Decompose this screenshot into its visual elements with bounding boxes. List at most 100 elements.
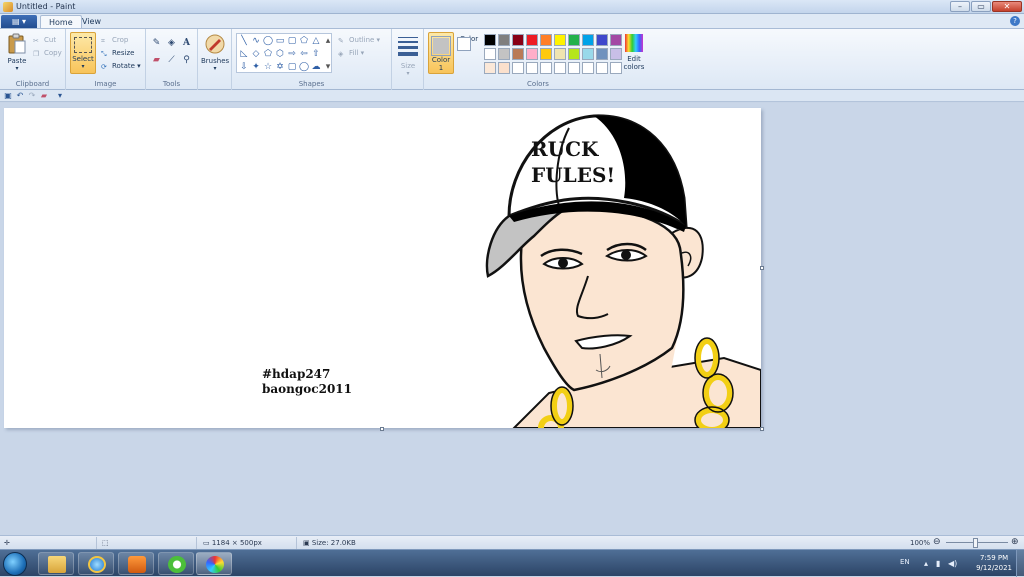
start-button[interactable] <box>3 552 27 576</box>
right-arrow-shape-icon[interactable]: ⇨ <box>286 48 298 60</box>
paint-menu-button[interactable]: ▤ ▾ <box>1 15 37 28</box>
palette-swatch[interactable] <box>540 34 552 46</box>
oval-shape-icon[interactable]: ◯ <box>262 35 274 47</box>
outline-button[interactable]: ✎ Outline ▾ <box>338 34 380 46</box>
shapes-scroll-up-icon[interactable]: ▴ <box>322 35 334 47</box>
size-button[interactable]: Size ▾ <box>396 35 420 77</box>
paint-app-icon[interactable] <box>3 2 13 12</box>
help-icon[interactable]: ? <box>1010 16 1020 26</box>
color2-button[interactable]: Color 2 <box>457 32 481 74</box>
down-arrow-shape-icon[interactable]: ⇩ <box>238 61 250 73</box>
volume-icon[interactable]: ◀) <box>948 559 957 568</box>
oval-callout-icon[interactable]: ◯ <box>298 61 310 73</box>
save-icon[interactable]: ▣ <box>3 91 13 101</box>
drawing-canvas[interactable]: RUCK FULES! #hdap247 baongoc2011 <box>4 108 761 428</box>
resize-button[interactable]: ⤡ Resize <box>101 47 134 59</box>
polygon-shape-icon[interactable]: ⬠ <box>298 35 310 47</box>
curve-shape-icon[interactable]: ∿ <box>250 35 262 47</box>
palette-swatch[interactable] <box>526 62 538 74</box>
right-triangle-shape-icon[interactable]: ◺ <box>238 48 250 60</box>
taskbar-explorer[interactable] <box>38 552 74 575</box>
color-picker-icon[interactable]: ⟋ <box>165 54 178 67</box>
palette-swatch[interactable] <box>512 62 524 74</box>
taskbar-ie[interactable] <box>78 552 114 575</box>
palette-swatch[interactable] <box>554 62 566 74</box>
show-hidden-icons-icon[interactable]: ▴ <box>924 559 928 568</box>
taskbar-app-green[interactable] <box>158 552 194 575</box>
zoom-slider-thumb[interactable] <box>973 538 978 548</box>
triangle-shape-icon[interactable]: △ <box>310 35 322 47</box>
rectangle-shape-icon[interactable]: ▭ <box>274 35 286 47</box>
palette-swatch[interactable] <box>498 34 510 46</box>
four-point-star-icon[interactable]: ✦ <box>250 61 262 73</box>
cut-button[interactable]: ✂ Cut <box>33 34 56 46</box>
maximize-button[interactable]: ▭ <box>971 1 991 12</box>
show-desktop-button[interactable] <box>1016 550 1024 577</box>
palette-swatch[interactable] <box>484 34 496 46</box>
undo-icon[interactable]: ↶ <box>15 91 25 101</box>
up-arrow-shape-icon[interactable]: ⇧ <box>310 48 322 60</box>
eraser-quick-icon[interactable]: ▰ <box>39 91 49 101</box>
zoom-in-icon[interactable]: ⊕ <box>1011 538 1019 548</box>
six-point-star-icon[interactable]: ✡ <box>274 61 286 73</box>
left-arrow-shape-icon[interactable]: ⇦ <box>298 48 310 60</box>
magnifier-icon[interactable]: ⚲ <box>180 54 193 67</box>
taskbar-paint[interactable] <box>196 552 232 575</box>
five-point-star-icon[interactable]: ☆ <box>262 61 274 73</box>
palette-swatch[interactable] <box>568 62 580 74</box>
palette-swatch[interactable] <box>554 34 566 46</box>
edit-colors-button[interactable]: Edit colors <box>621 33 647 75</box>
resize-handle-corner[interactable] <box>760 427 764 431</box>
shapes-more-icon[interactable]: ▾ <box>322 61 334 73</box>
diamond-shape-icon[interactable]: ◇ <box>250 48 262 60</box>
customize-quick-access-icon[interactable]: ▾ <box>55 91 65 101</box>
palette-swatch[interactable] <box>582 34 594 46</box>
palette-swatch[interactable] <box>540 48 552 60</box>
palette-swatch[interactable] <box>498 62 510 74</box>
resize-handle-right[interactable] <box>760 266 764 270</box>
palette-swatch[interactable] <box>484 62 496 74</box>
paste-button[interactable]: Paste ▾ <box>5 33 29 73</box>
minimize-button[interactable]: – <box>950 1 970 12</box>
palette-swatch[interactable] <box>540 62 552 74</box>
fill-bucket-icon[interactable]: ◈ <box>165 37 178 50</box>
clock[interactable]: 7:59 PM 9/12/2021 <box>976 553 1012 573</box>
palette-swatch[interactable] <box>498 48 510 60</box>
copy-button[interactable]: ❐ Copy <box>33 47 62 59</box>
language-indicator[interactable]: EN <box>900 558 910 566</box>
palette-swatch[interactable] <box>582 62 594 74</box>
palette-swatch[interactable] <box>596 62 608 74</box>
palette-swatch[interactable] <box>484 48 496 60</box>
rotate-button[interactable]: ⟳ Rotate ▾ <box>101 60 141 72</box>
text-tool-icon[interactable]: A <box>180 37 193 50</box>
palette-swatch[interactable] <box>526 34 538 46</box>
close-button[interactable]: ✕ <box>992 1 1022 12</box>
cloud-callout-icon[interactable]: ☁ <box>310 61 322 73</box>
zoom-out-icon[interactable]: ⊖ <box>933 538 941 548</box>
palette-swatch[interactable] <box>596 34 608 46</box>
eraser-icon[interactable]: ▰ <box>150 54 163 67</box>
tab-view[interactable]: View <box>74 15 109 28</box>
crop-button[interactable]: ⌗ Crop <box>101 34 128 46</box>
palette-swatch[interactable] <box>568 34 580 46</box>
palette-swatch[interactable] <box>582 48 594 60</box>
rounded-rect-shape-icon[interactable]: ▢ <box>286 35 298 47</box>
brushes-button[interactable]: Brushes ▾ <box>201 33 229 77</box>
palette-swatch[interactable] <box>526 48 538 60</box>
fill-button[interactable]: ◈ Fill ▾ <box>338 47 364 59</box>
select-button[interactable]: Select ▾ <box>70 32 96 74</box>
taskbar-media-player[interactable] <box>118 552 154 575</box>
palette-swatch[interactable] <box>568 48 580 60</box>
line-shape-icon[interactable]: ╲ <box>238 35 250 47</box>
redo-icon[interactable]: ↷ <box>27 91 37 101</box>
pencil-icon[interactable]: ✎ <box>150 37 163 50</box>
resize-handle-bottom[interactable] <box>380 427 384 431</box>
hexagon-shape-icon[interactable]: ⬡ <box>274 48 286 60</box>
palette-swatch[interactable] <box>512 48 524 60</box>
rounded-callout-icon[interactable]: ▢ <box>286 61 298 73</box>
palette-swatch[interactable] <box>596 48 608 60</box>
pentagon-shape-icon[interactable]: ⬠ <box>262 48 274 60</box>
network-icon[interactable]: ▮ <box>936 559 940 568</box>
palette-swatch[interactable] <box>554 48 566 60</box>
color1-button[interactable]: Color 1 <box>428 32 454 74</box>
